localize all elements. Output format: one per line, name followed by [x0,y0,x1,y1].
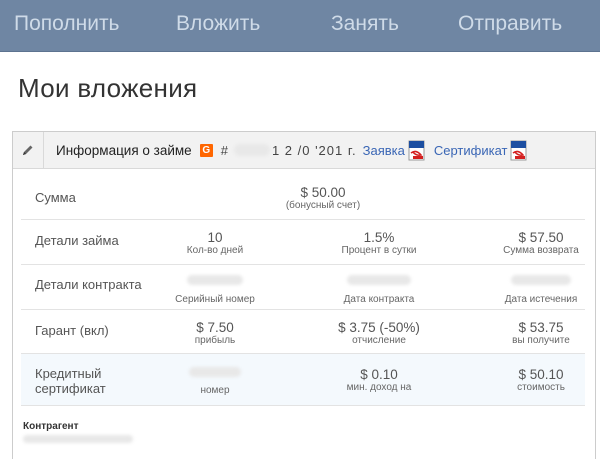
pdf-icon[interactable] [510,140,527,161]
edit-button[interactable] [13,132,44,168]
redacted-cert-number [189,367,241,377]
expiry-caption: Дата истечения [504,294,578,305]
serial-cell: Серийный номер [140,275,290,306]
loan-details: Сумма $ 50.00 (бонусный счет) Детали зай… [21,176,585,406]
loan-hash: # [220,142,228,158]
cert-number-caption: номер [200,385,230,396]
amount-caption: (бонусный счет) [285,200,361,211]
redacted-serial [187,275,243,285]
rate-caption: Процент в сутки [341,245,417,256]
nav-deposit[interactable]: Пополнить [14,12,120,36]
profit-caption: прибыль [194,335,236,346]
expiry-cell: Дата истечения [466,275,600,306]
return-caption: Сумма возврата [503,245,579,256]
row-label: Кредитный сертификат [35,366,106,396]
g-badge-icon: G [199,143,213,157]
row-loan-details: Детали займа 10 Кол-во дней 1.5% Процент… [21,220,585,265]
you-receive-value: $ 53.75 [518,320,564,335]
cert-value-caption: стоимость [517,382,565,393]
nav-borrow[interactable]: Занять [331,12,399,36]
panel-title: Информация о займе [56,142,192,158]
return-value: $ 57.50 [518,230,564,245]
certificate-link[interactable]: Сертификат [434,143,508,158]
row-amount: Сумма $ 50.00 (бонусный счет) [21,176,585,220]
redacted-contract-date [347,275,411,285]
min-income-value: $ 0.10 [360,367,398,382]
you-receive-caption: вы получите [512,335,570,346]
redacted-loan-number [233,144,270,156]
amount-cell: $ 50.00 (бонусный счет) [248,185,398,212]
min-income-cell: $ 0.10 мин. доход на [304,367,454,394]
row-label: Сумма [35,190,76,205]
cert-value: $ 50.10 [518,367,564,382]
profit-cell: $ 7.50 прибыль [140,320,290,347]
request-link[interactable]: Заявка [363,143,405,158]
deduction-cell: $ 3.75 (-50%) отчисление [304,320,454,347]
contract-date-cell: Дата контракта [304,275,454,306]
nav-send[interactable]: Отправить [458,12,562,36]
days-value: 10 [207,230,223,245]
counterparty-label: Контрагент [23,421,79,432]
deduction-caption: отчисление [352,335,406,346]
top-navigation: Пополнить Вложить Занять Отправить [0,0,600,52]
days-caption: Кол-во дней [186,245,244,256]
deduction-value: $ 3.75 (-50%) [338,320,420,335]
rate-value: 1.5% [363,230,395,245]
return-cell: $ 57.50 Сумма возврата [466,230,600,257]
row-label: Детали контракта [35,277,142,292]
amount-value: $ 50.00 [300,185,346,200]
pdf-icon[interactable] [408,140,425,161]
contract-date-caption: Дата контракта [343,294,415,305]
cert-number-cell: номер [140,367,290,397]
days-cell: 10 Кол-во дней [140,230,290,257]
redacted-counterparty [23,435,133,443]
panel-header: Информация о займе G # 1 2 /0 '201 г. За… [13,132,595,169]
row-label: Детали займа [35,233,119,248]
row-credit-certificate: Кредитный сертификат номер $ 0.10 мин. д… [21,354,585,406]
pencil-icon [23,145,33,155]
serial-caption: Серийный номер [175,294,255,305]
rate-cell: 1.5% Процент в сутки [304,230,454,257]
redacted-expiry-date [511,275,571,285]
row-guarantee: Гарант (вкл) $ 7.50 прибыль $ 3.75 (-50%… [21,310,585,354]
you-receive-cell: $ 53.75 вы получите [466,320,600,347]
profit-value: $ 7.50 [196,320,234,335]
cert-value-cell: $ 50.10 стоимость [466,367,600,394]
page-title: Мои вложения [18,73,198,103]
loan-date: 1 2 /0 '201 г. [271,142,357,158]
row-contract-details: Детали контракта Серийный номер Дата кон… [21,265,585,310]
min-income-caption: мин. доход на [346,382,412,393]
row-label: Гарант (вкл) [35,323,109,338]
loan-info-panel: Информация о займе G # 1 2 /0 '201 г. За… [12,131,596,459]
nav-invest[interactable]: Вложить [176,12,260,36]
